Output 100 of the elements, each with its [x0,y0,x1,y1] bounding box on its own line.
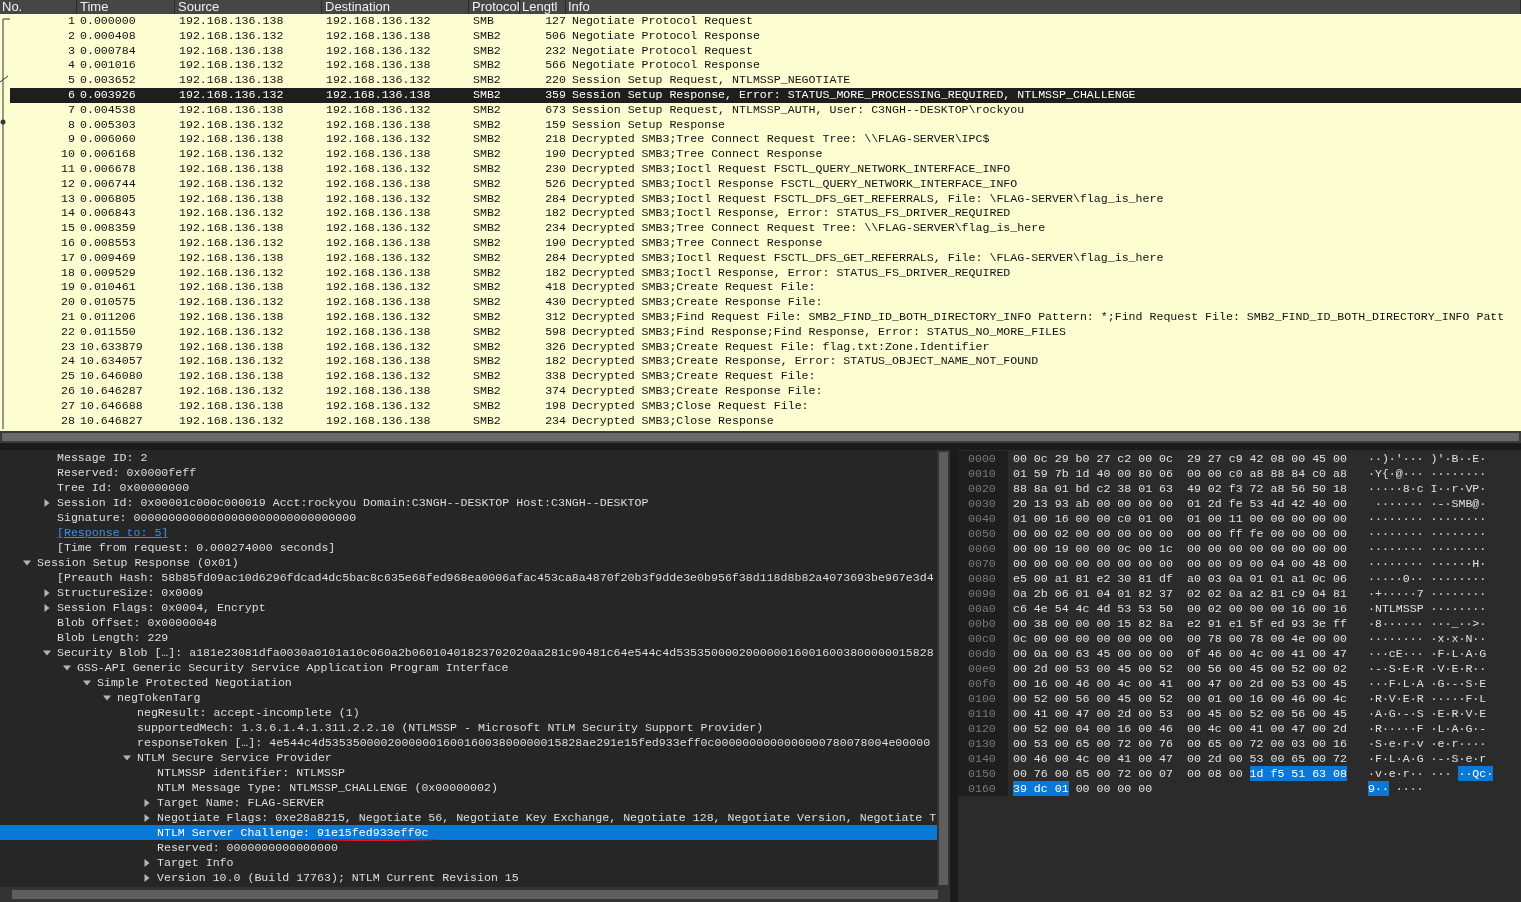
ascii-text[interactable]: ········ ········ [1368,541,1487,556]
collapsed-arrow-icon[interactable] [143,859,151,867]
tree-item[interactable]: Reserved: 0000000000000000 [157,840,338,855]
ascii-text[interactable]: ·Y{·@··· ········ [1368,466,1487,481]
tree-item[interactable]: Signature: 00000000000000000000000000000000 [57,510,357,525]
hex-bytes[interactable]: 00 2d 00 53 00 45 00 52 00 56 00 45 00 52 00 02 [1013,661,1347,676]
ascii-text[interactable]: ·8······ ···_··>· [1368,616,1487,631]
ascii-text[interactable]: ·v·e·r·· ··· [1368,766,1452,781]
hex-bytes[interactable]: 00 0c 29 b0 27 c2 00 0c 29 27 c9 42 08 00 45 00 [1013,451,1347,466]
packet-row[interactable]: 6 0.003926 192.168.136.132 192.168.136.138 SMB2 359 Session Setup Response, Error: STATUS_MORE_PROCESSING_REQUIRED, NTLMSSP_CHALLENGE [10,88,1521,103]
ascii-text[interactable]: ·A·G·-·S ·E·R·V·E [1368,706,1487,721]
tree-item[interactable]: Negotiate Flags: 0xe28a8215, Negotiate 56, Negotiate Key Exchange, Negotiate 128, Negotiate Version, Negotiate T [157,810,937,825]
packet-row[interactable]: 2 0.000408 192.168.136.132 192.168.136.138 SMB2 506 Negotiate Protocol Response [10,28,1521,44]
packet-row[interactable]: 28 10.646827 192.168.136.132 192.168.136.138 SMB2 234 Decrypted SMB3;Close Response [10,413,1521,429]
packet-row[interactable]: 18 0.009529 192.168.136.132 192.168.136.138 SMB2 182 Decrypted SMB3;Ioctl Response, Error: STATUS_FS_DRIVER_REQUIRED [10,265,1521,281]
packet-row[interactable]: 23 10.633879 192.168.136.138 192.168.136.132 SMB2 326 Decrypted SMB3;Create Request File: flag.txt:Zone.Identifier [10,339,1521,355]
ascii-text[interactable]: ·F·L·A·G ·-·S·e·r [1368,751,1487,766]
tree-item[interactable]: responseToken […]: 4e544c4d5353500002000000160016003800000015828ae291e15fed933eff0c0000000000000000780078004e00000 [137,735,931,750]
tree-item[interactable]: [Time from request: 0.000274000 seconds] [57,540,336,555]
ascii-text[interactable]: 9·· [1368,781,1389,796]
hex-bytes[interactable]: 00 00 00 00 00 00 00 00 00 00 09 00 04 00 48 00 [1013,556,1347,571]
tree-item[interactable]: Blob Length: 229 [57,630,169,645]
tree-item[interactable]: NTLMSSP identifier: NTLMSSP [157,765,345,780]
tree-item[interactable]: Target Name: FLAG-SERVER [157,795,324,810]
hex-bytes[interactable]: 1d f5 51 63 08 [1249,766,1347,781]
tree-item[interactable]: [Preauth Hash: 58b85fd09ac10d6296fdcad4dc5bac8c635e68fed968ea0006afac453ca8a4870f20b3f9dde3e0b956f38d118d8b82a4073693be967e3d4 [57,570,934,585]
hex-bytes[interactable]: 00 16 00 46 00 4c 00 41 00 47 00 2d 00 53 00 45 [1013,676,1347,691]
hex-bytes[interactable]: 39 dc 01 [1013,781,1069,796]
column-header[interactable]: Source [175,0,322,14]
column-header[interactable]: Time [77,0,175,14]
packet-row[interactable]: 25 10.646080 192.168.136.138 192.168.136.132 SMB2 338 Decrypted SMB3;Create Request File: [10,369,1521,384]
packet-row[interactable]: 16 0.008553 192.168.136.132 192.168.136.138 SMB2 190 Decrypted SMB3;Tree Connect Response [10,235,1521,251]
hex-bytes[interactable]: 00 52 00 56 00 45 00 52 00 01 00 16 00 46 00 4c [1013,691,1347,706]
ascii-text[interactable]: ·NTLMSSP ········ [1368,601,1487,616]
ascii-text[interactable]: ·+·····7 ········ [1368,586,1487,601]
ascii-text[interactable]: ······· ·-·SMB@· [1368,496,1487,511]
expanded-arrow-icon[interactable] [83,679,91,687]
packet-row[interactable]: 8 0.005303 192.168.136.132 192.168.136.138 SMB2 159 Session Setup Response [10,117,1521,133]
ascii-text[interactable]: ········ ······H· [1368,556,1487,571]
column-header[interactable]: No. [0,0,77,14]
packet-row[interactable]: 20 0.010575 192.168.136.132 192.168.136.138 SMB2 430 Decrypted SMB3;Create Response File: [10,295,1521,310]
tree-item[interactable]: Simple Protected Negotiation [97,675,292,690]
tree-item[interactable]: NTLM Message Type: NTLMSSP_CHALLENGE (0x00000002) [157,780,498,795]
packet-row[interactable]: 15 0.008359 192.168.136.138 192.168.136.132 SMB2 234 Decrypted SMB3;Tree Connect Request Tree: \\FLAG-SERVER\flag_is_here [10,221,1521,236]
ascii-text[interactable]: ·····8·c I··r·VP· [1368,481,1487,496]
tree-item[interactable]: StructureSize: 0x0009 [57,585,204,600]
collapsed-arrow-icon[interactable] [143,799,151,807]
ascii-text[interactable]: ········ ········ [1368,526,1487,541]
packet-row[interactable]: 24 10.634057 192.168.136.132 192.168.136.138 SMB2 182 Decrypted SMB3;Create Response, Error: STATUS_OBJECT_NAME_NOT_FOUND [10,354,1521,370]
packet-row[interactable]: 17 0.009469 192.168.136.138 192.168.136.132 SMB2 284 Decrypted SMB3;Ioctl Request FSCTL_DFS_GET_REFERRALS, File: \FLAG-SERVER\flag_is_here [10,250,1521,266]
scrollbar-thumb[interactable] [12,890,938,899]
packet-row[interactable]: 13 0.006805 192.168.136.138 192.168.136.132 SMB2 284 Decrypted SMB3;Ioctl Request FSCTL_DFS_GET_REFERRALS, File: \FLAG-SERVER\flag_is_here [10,191,1521,207]
tree-item[interactable]: NTLM Secure Service Provider [137,750,332,765]
tree-item[interactable]: Security Blob […]: a181e23081dfa0030a0101a10c060a2b06010401823702020aa281c90481c64e544c4d5353500002000000160016003800000015828 [57,645,934,660]
packet-row[interactable]: 22 0.011550 192.168.136.132 192.168.136.138 SMB2 598 Decrypted SMB3;Find Response;Find Response, Error: STATUS_NO_MORE_FILES [10,324,1521,340]
hex-bytes[interactable]: 00 53 00 65 00 72 00 76 00 65 00 72 00 03 00 16 [1013,736,1347,751]
collapsed-arrow-icon[interactable] [43,499,51,507]
packet-row[interactable]: 1 0.000000 192.168.136.138 192.168.136.132 SMB 127 Negotiate Protocol Request [10,14,1521,29]
hex-bytes[interactable]: 00 76 00 65 00 72 00 07 00 08 00 [1013,766,1243,781]
tree-item[interactable]: GSS-API Generic Security Service Application Program Interface [77,660,509,675]
tree-item[interactable]: Target Info [157,855,234,870]
tree-item[interactable]: Session Setup Response (0x01) [37,555,239,570]
expanded-arrow-icon[interactable] [123,754,131,762]
tree-item[interactable]: Blob Offset: 0x00000048 [57,615,218,630]
ascii-text[interactable]: ········ ········ [1368,511,1487,526]
hex-bytes[interactable]: 01 00 16 00 00 c0 01 00 01 00 11 00 00 00 00 00 [1013,511,1347,526]
hex-bytes[interactable]: 00 41 00 47 00 2d 00 53 00 45 00 52 00 56 00 45 [1013,706,1347,721]
tree-item[interactable]: Reserved: 0x0000feff [57,465,197,480]
hex-bytes[interactable]: 01 59 7b 1d 40 00 80 06 00 00 c0 a8 88 84 c0 a8 [1013,466,1347,481]
ascii-text[interactable]: ···cE··· ·F·L·A·G [1368,646,1487,661]
hex-bytes[interactable]: 00 52 00 04 00 16 00 46 00 4c 00 41 00 47 00 2d [1013,721,1347,736]
hex-bytes[interactable]: 20 13 93 ab 00 00 00 00 01 2d fe 53 4d 42 40 00 [1013,496,1347,511]
hex-bytes[interactable]: 00 00 19 00 00 0c 00 1c 00 00 00 00 00 00 00 00 [1013,541,1347,556]
tree-item[interactable]: Version 10.0 (Build 17763); NTLM Current Revision 15 [157,870,519,885]
ascii-text[interactable]: ········ ·x·x·N·· [1368,631,1487,646]
ascii-text[interactable]: ··Qc· [1458,766,1494,781]
tree-item[interactable]: Session Id: 0x00001c000c000019 Acct:rockyou Domain:C3NGH--DESKTOP Host:C3NGH--DESKTOP [57,495,649,510]
column-header[interactable]: Protocol [469,0,520,14]
hex-bytes[interactable]: 00 46 00 4c 00 41 00 47 00 2d 00 53 00 65 00 72 [1013,751,1347,766]
packet-row[interactable]: 19 0.010461 192.168.136.138 192.168.136.132 SMB2 418 Decrypted SMB3;Create Request File: [10,280,1521,296]
packet-row[interactable]: 7 0.004538 192.168.136.138 192.168.136.132 SMB2 673 Session Setup Request, NTLMSSP_AUTH, User: C3NGH--DESKTOP\rockyou [10,102,1521,118]
hex-bytes[interactable]: e5 00 a1 81 e2 30 81 df a0 03 0a 01 01 a1 0c 06 [1013,571,1347,586]
collapsed-arrow-icon[interactable] [43,589,51,597]
packet-row[interactable]: 9 0.006060 192.168.136.138 192.168.136.132 SMB2 218 Decrypted SMB3;Tree Connect Request Tree: \\FLAG-SERVER\IPC$ [10,132,1521,148]
column-header[interactable]: Destination [322,0,469,14]
packet-row[interactable]: 10 0.006168 192.168.136.132 192.168.136.138 SMB2 190 Decrypted SMB3;Tree Connect Response [10,147,1521,162]
hex-bytes[interactable]: c6 4e 54 4c 4d 53 53 50 00 02 00 00 00 16 00 16 [1013,601,1347,616]
collapsed-arrow-icon[interactable] [143,874,151,882]
link[interactable]: [Response to: 5] [57,525,169,540]
tree-item[interactable]: supportedMech: 1.3.6.1.4.1.311.2.2.10 (NTLMSSP - Microsoft NTLM Security Support Provider) [137,720,764,735]
tree-item[interactable]: Session Flags: 0x0004, Encrypt [57,600,266,615]
hex-bytes[interactable]: 00 38 00 00 00 15 82 8a e2 91 e1 5f ed 93 3e ff [1013,616,1347,631]
ascii-text[interactable]: ·R·····F ·L·A·G·- [1368,721,1487,736]
expanded-arrow-icon[interactable] [43,649,51,657]
column-header[interactable]: Info [566,0,1521,14]
packet-row[interactable]: 12 0.006744 192.168.136.132 192.168.136.138 SMB2 526 Decrypted SMB3;Ioctl Response FSCTL_QUERY_NETWORK_INTERFACE_INFO [10,176,1521,192]
ascii-text[interactable]: ···· [1395,781,1424,796]
expanded-arrow-icon[interactable] [63,664,71,672]
packet-row[interactable]: 26 10.646287 192.168.136.132 192.168.136.138 SMB2 374 Decrypted SMB3;Create Response File: [10,383,1521,399]
expanded-arrow-icon[interactable] [103,694,111,702]
